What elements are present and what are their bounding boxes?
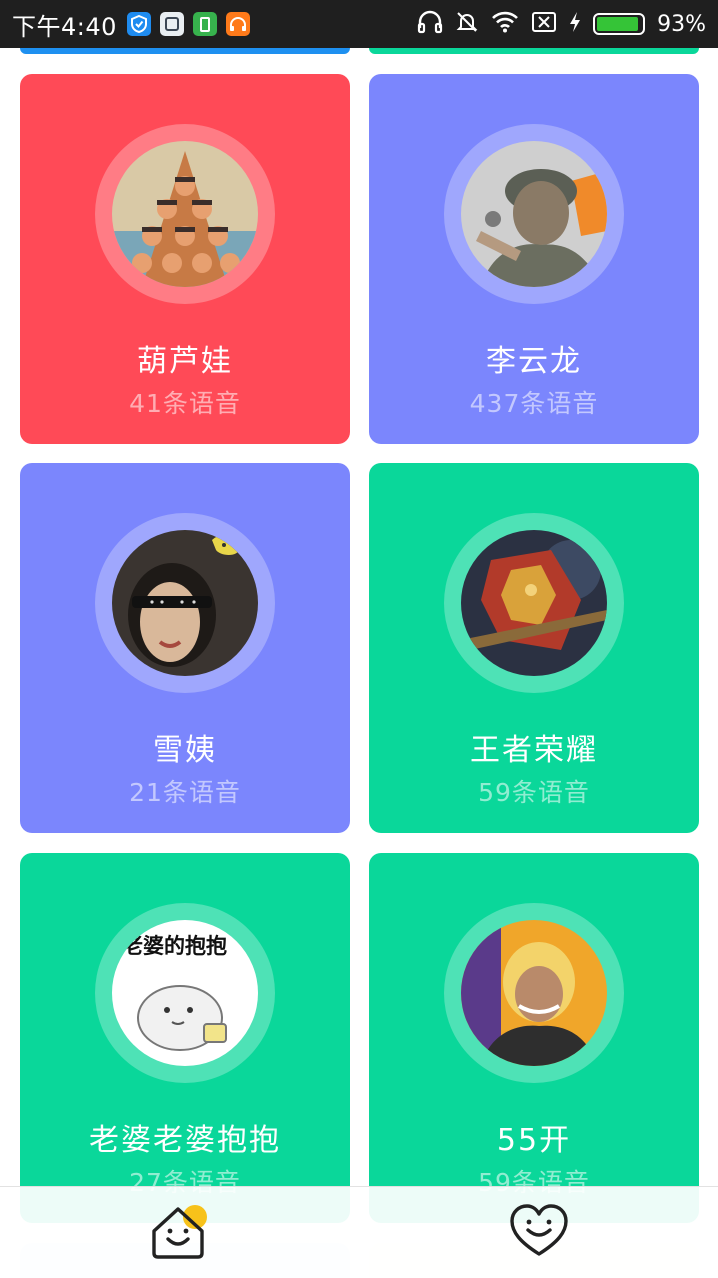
app-screen: 下午4:40 93% 葫芦娃 41条语音 李云龙 437条语音 雪姨 21条语音…: [0, 0, 718, 1278]
charging-bolt-icon: [569, 11, 581, 37]
voice-pack-count: 41条语音: [129, 389, 241, 418]
voice-pack-name: 葫芦娃: [137, 344, 233, 379]
voice-pack-count: 437条语音: [469, 389, 599, 418]
battery-percent: 93%: [657, 11, 706, 37]
status-time: 下午4:40: [12, 12, 117, 41]
voice-pack-name: 55开: [496, 1123, 572, 1158]
voice-pack-card[interactable]: 雪姨 21条语音: [20, 463, 350, 833]
wifi-icon: [491, 11, 519, 37]
shield-app-icon: [126, 12, 151, 36]
status-right-group: 93%: [417, 10, 706, 38]
voice-pack-name: 李云龙: [486, 344, 582, 379]
avatar: [112, 530, 258, 676]
voice-pack-card[interactable]: 55开 59条语音: [369, 853, 699, 1223]
avatar: [112, 141, 258, 287]
headphones-icon: [417, 10, 443, 38]
avatar: 老婆的抱抱: [112, 920, 258, 1066]
no-sim-icon: [531, 11, 557, 37]
voice-pack-card[interactable]: 李云龙 437条语音: [369, 74, 699, 444]
avatar: [461, 920, 607, 1066]
previous-card-peek-right: [369, 48, 699, 54]
tab-favorites[interactable]: [359, 1187, 718, 1278]
previous-card-peek-left: [20, 48, 350, 54]
voice-pack-name: 王者荣耀: [470, 733, 598, 768]
home-smile-icon: [148, 1201, 212, 1265]
status-bar: 下午4:40 93%: [0, 0, 718, 48]
tab-home[interactable]: [0, 1187, 359, 1278]
heart-smile-icon: [508, 1202, 570, 1264]
battery-app-icon: [192, 12, 217, 36]
voice-pack-card[interactable]: 老婆的抱抱 老婆老婆抱抱 27条语音: [20, 853, 350, 1223]
avatar: [461, 141, 607, 287]
voice-pack-card[interactable]: 王者荣耀 59条语音: [369, 463, 699, 833]
gallery-app-icon: [159, 12, 184, 36]
bottom-nav: [0, 1186, 718, 1278]
voice-pack-count: 21条语音: [129, 778, 241, 807]
voice-pack-name: 老婆老婆抱抱: [89, 1123, 281, 1158]
avatar: [461, 530, 607, 676]
battery-icon: [593, 13, 646, 35]
voice-pack-count: 59条语音: [478, 778, 590, 807]
voice-pack-name: 雪姨: [153, 733, 217, 768]
mute-bell-icon: [455, 10, 479, 38]
voice-pack-card[interactable]: 葫芦娃 41条语音: [20, 74, 350, 444]
headset-app-icon: [225, 12, 250, 36]
